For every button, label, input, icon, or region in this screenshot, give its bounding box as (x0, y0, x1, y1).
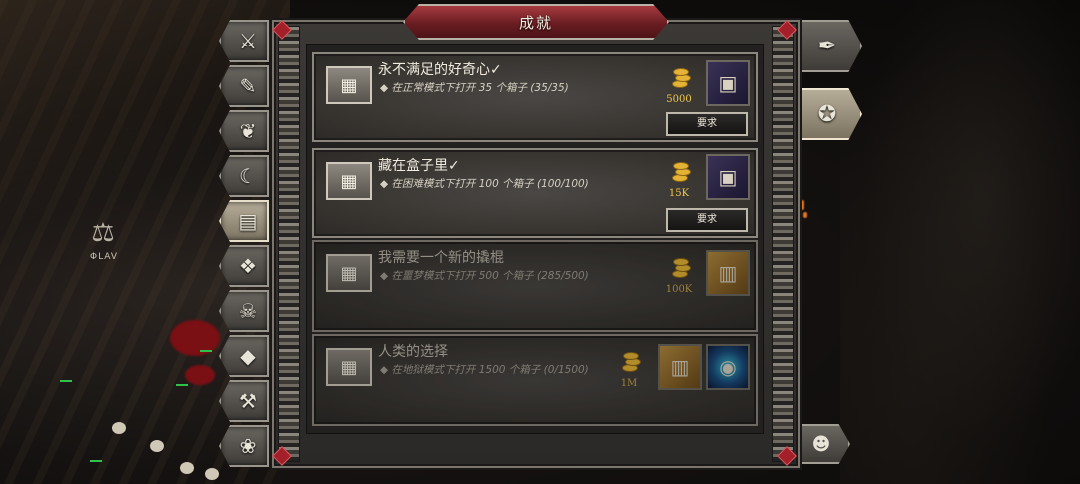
bone-pile (205, 468, 219, 480)
player-name: ΦLAV (90, 252, 119, 262)
axe-icon: ⚔ (239, 29, 257, 53)
enemy-hp-bar (176, 384, 188, 386)
achievement-description: ◆ 在地狱模式下打开 1500 个箱子 (0/1500) (380, 364, 589, 376)
achievement-item: ▦ 我需要一个新的撬棍 ◆ 在噩梦模式下打开 500 个箱子 (285/500)… (312, 240, 758, 332)
reward-bronze-cube-item: ▥ (706, 250, 750, 296)
cube-icon: ▥ (718, 261, 738, 285)
chest-icon: ▦ (340, 170, 358, 192)
gem-cluster-icon: ❖ (239, 254, 257, 278)
achievement-chest-icon: ▦ (326, 66, 372, 104)
achievement-description: ◆ 在噩梦模式下打开 500 个箱子 (285/500) (380, 270, 589, 282)
reward-portal-amulet-item: ◉ (706, 344, 750, 390)
bone-pile (180, 462, 194, 474)
paw-icon: ❀ (239, 434, 257, 458)
gold-coins-icon (670, 68, 692, 90)
chest-icon: ▤ (238, 209, 258, 233)
chest-icon: ▦ (340, 74, 358, 96)
horn-icon: ☾ (239, 164, 257, 188)
requirement-button[interactable]: 要求 (666, 208, 748, 232)
gold-reward-amount: 1M (620, 378, 638, 389)
feather-icon: ✒ (817, 33, 837, 59)
reward-cube-item: ▣ (706, 60, 750, 106)
cube-icon: ▣ (718, 71, 738, 95)
requirement-button[interactable]: 要求 (666, 112, 748, 136)
chest-icon: ▦ (340, 356, 358, 378)
achievement-title: 我需要一个新的撬棍 (378, 250, 504, 266)
gold-reward-amount: 100K (665, 284, 693, 295)
bone-pile (112, 422, 126, 434)
balance-scale-icon: ⚖ (91, 218, 115, 248)
torch-ember (800, 200, 804, 210)
achievement-chest-icon: ▦ (326, 348, 372, 386)
gold-coins-icon (670, 258, 692, 280)
reward-cube-item: ▣ (706, 154, 750, 200)
gold-coins-icon (670, 162, 692, 184)
achievement-title: 永不满足的好奇心✓ (378, 62, 502, 78)
enemy-hp-bar (90, 460, 102, 462)
achievement-title: 人类的选择 (378, 344, 448, 360)
blood-splatter (185, 365, 215, 385)
achievement-item: ▦ 藏在盒子里✓ ◆ 在困难模式下打开 100 个箱子 (100/100) 15… (312, 148, 758, 238)
achievement-description: ◆ 在困难模式下打开 100 个箱子 (100/100) (380, 178, 589, 190)
chest-icon: ▦ (340, 262, 358, 284)
achievement-item: ▦ 永不满足的好奇心✓ ◆ 在正常模式下打开 35 个箱子 (35/35) 50… (312, 52, 758, 142)
chain-border-right (772, 26, 794, 462)
enemy-hp-bar (60, 380, 72, 382)
enemy-hp-bar (200, 350, 212, 352)
achievement-description: ◆ 在正常模式下打开 35 个箱子 (35/35) (380, 82, 569, 94)
group-icon: ☻ (811, 433, 831, 455)
gold-coins-icon (620, 352, 642, 374)
achievement-title: 藏在盒子里✓ (378, 158, 460, 174)
diamond-icon: ◆ (240, 344, 256, 368)
chain-border-left (278, 26, 300, 462)
background-scene-right (840, 0, 1080, 484)
laurel-medal-icon: ✪ (817, 101, 837, 127)
blood-splatter (170, 320, 220, 356)
gold-reward-amount: 15K (668, 188, 690, 199)
cube-icon: ▥ (670, 355, 690, 379)
amulet-icon: ◉ (719, 355, 737, 379)
window-title: 成就 (518, 13, 553, 32)
reward-bronze-cube-item: ▥ (658, 344, 702, 390)
wings-icon: ❦ (239, 119, 257, 143)
bone-pile (150, 440, 164, 452)
achievement-item: ▦ 人类的选择 ◆ 在地狱模式下打开 1500 个箱子 (0/1500) 1M … (312, 334, 758, 426)
scroll-icon: ✎ (239, 74, 257, 98)
hammer-icon: ⚒ (239, 389, 257, 413)
gold-reward-amount: 5000 (666, 94, 692, 105)
achievement-chest-icon: ▦ (326, 162, 372, 200)
window-title-bar: 成就 (403, 4, 669, 40)
demon-skull-icon: ☠ (239, 299, 257, 323)
cube-icon: ▣ (718, 165, 738, 189)
achievement-chest-icon: ▦ (326, 254, 372, 292)
torch-ember (803, 212, 807, 218)
